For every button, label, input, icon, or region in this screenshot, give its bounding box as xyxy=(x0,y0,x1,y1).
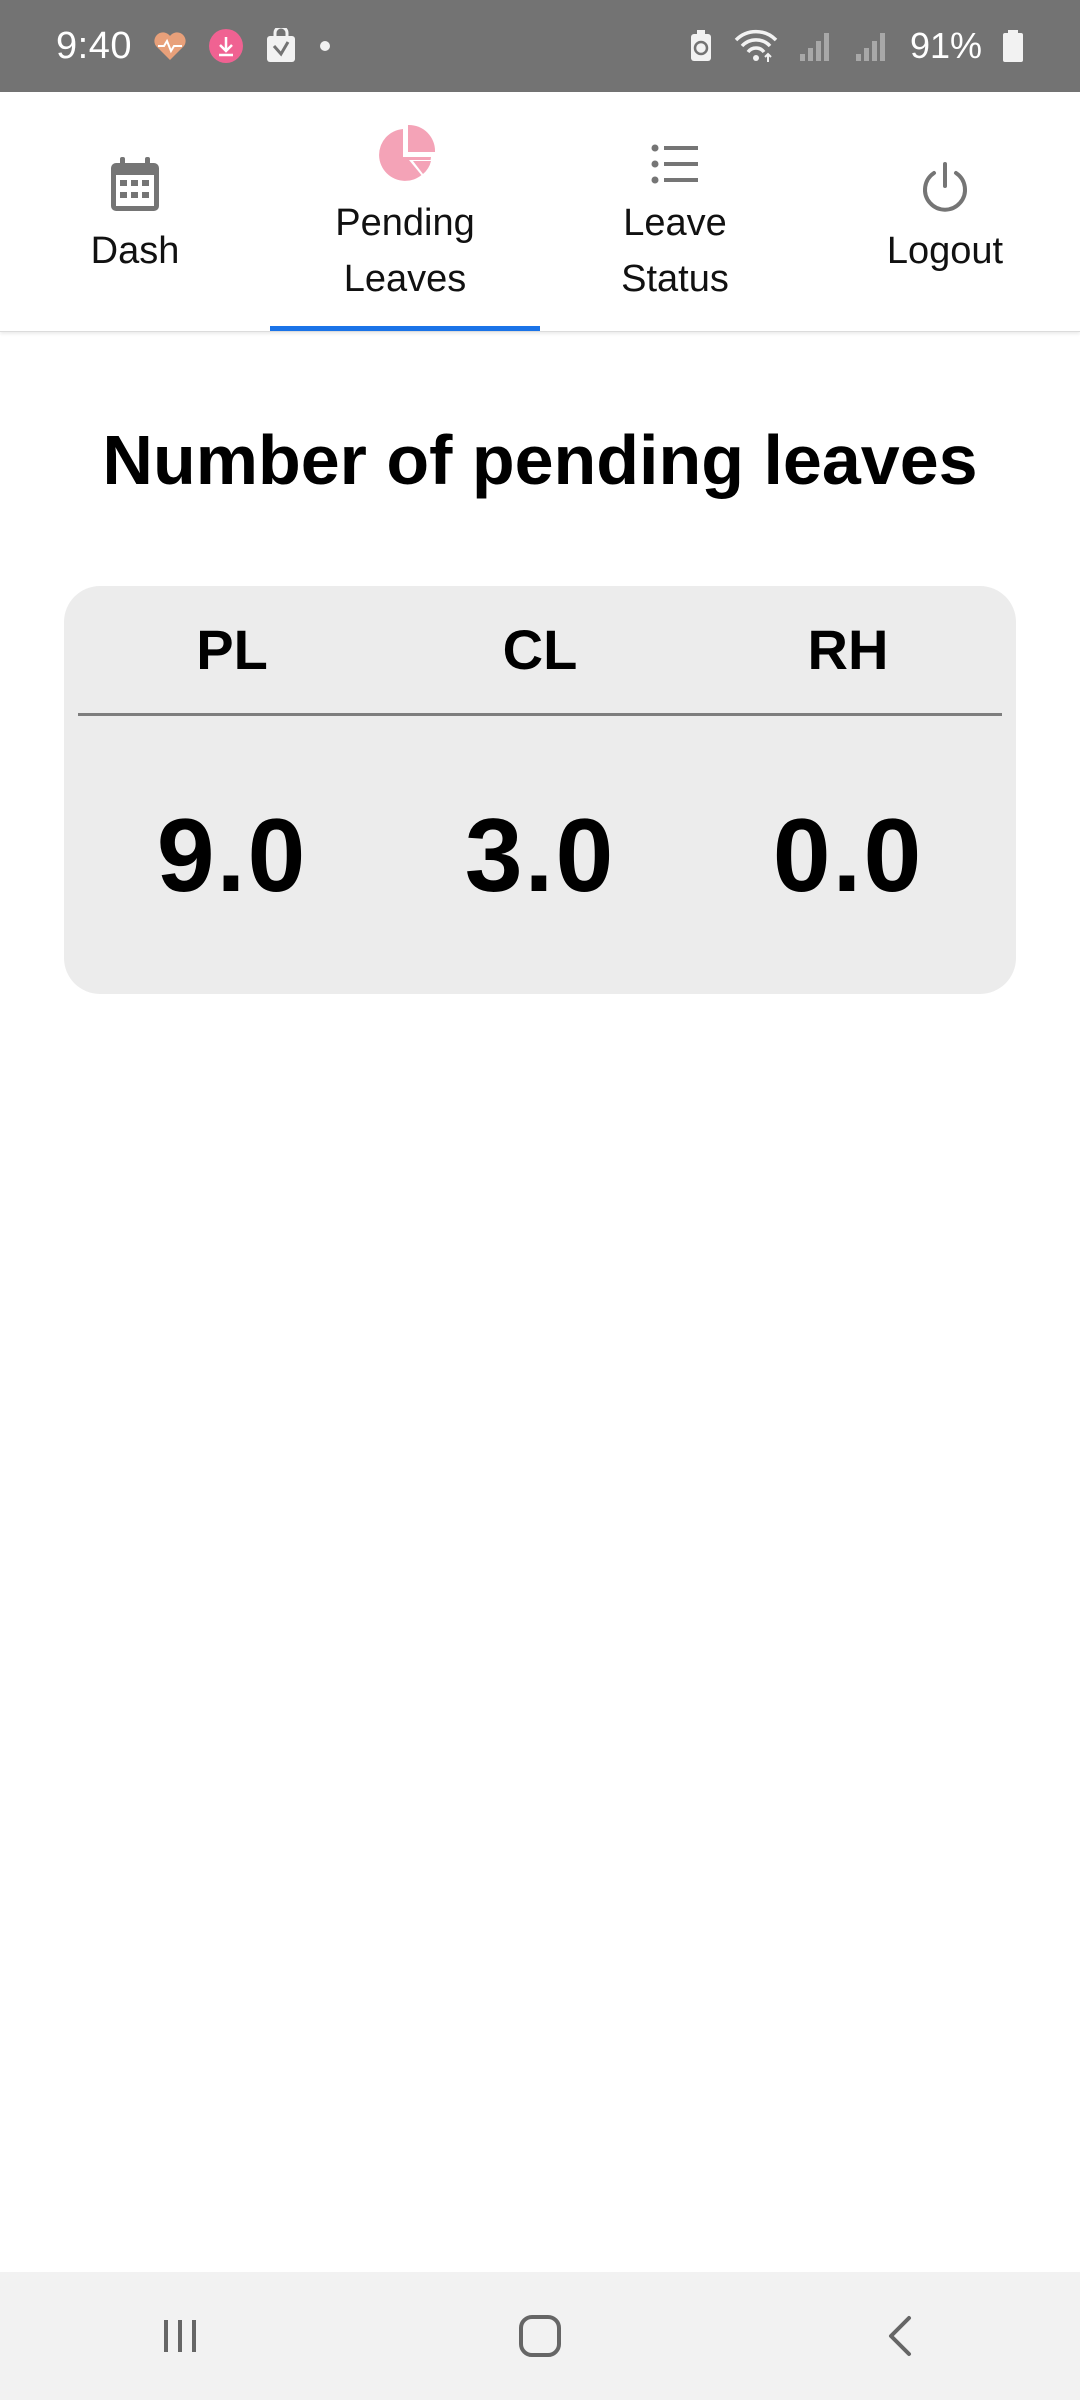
pending-leaves-card: PL CL RH 9.0 3.0 0.0 xyxy=(64,586,1016,994)
back-button[interactable] xyxy=(840,2286,960,2386)
home-icon xyxy=(519,2315,561,2357)
download-icon xyxy=(208,28,244,64)
power-icon xyxy=(919,145,971,215)
tab-leave-status-label-line2: Status xyxy=(621,257,729,300)
signal-icon xyxy=(798,30,834,62)
header-pl: PL xyxy=(196,618,268,681)
tab-leave-status[interactable]: Leave Status xyxy=(540,92,810,331)
heart-rate-icon xyxy=(152,30,188,62)
tab-pending-label-line1: Pending xyxy=(335,201,475,244)
status-right: 91% xyxy=(688,25,1024,67)
app-screen: 9:40 91% Dash Pending Leaves Leave Statu… xyxy=(0,0,1080,2400)
status-time: 9:40 xyxy=(56,24,132,67)
header-rh: RH xyxy=(807,618,889,681)
recent-apps-icon xyxy=(164,2320,196,2352)
battery-percentage: 91% xyxy=(909,25,982,66)
battery-icon xyxy=(1002,29,1024,63)
header-cl: CL xyxy=(502,618,578,681)
leave-table-header: PL CL RH xyxy=(78,586,1002,716)
page-title: Number of pending leaves xyxy=(102,421,978,499)
tab-pending-label-line2: Leaves xyxy=(343,257,467,300)
battery-saver-icon xyxy=(688,29,714,63)
tab-logout-label: Logout xyxy=(886,229,1004,272)
value-pl: 9.0 xyxy=(156,798,308,914)
value-cl: 3.0 xyxy=(464,798,616,914)
notification-dot-icon xyxy=(318,39,332,53)
wifi-icon xyxy=(734,28,778,64)
list-icon xyxy=(650,117,700,187)
shopping-bag-icon xyxy=(264,28,298,64)
signal-icon-2 xyxy=(854,30,890,62)
tab-logout[interactable]: Logout xyxy=(810,92,1080,331)
status-left: 9:40 xyxy=(56,25,332,68)
home-button[interactable] xyxy=(480,2286,600,2386)
leave-table-values: 9.0 3.0 0.0 xyxy=(78,719,1002,994)
tab-dash-label: Dash xyxy=(90,229,180,272)
tab-leave-status-label-line1: Leave xyxy=(623,201,727,244)
pie-chart-icon xyxy=(373,117,437,187)
tab-pending-leaves[interactable]: Pending Leaves xyxy=(270,92,540,331)
back-icon xyxy=(889,2316,911,2356)
value-rh: 0.0 xyxy=(772,798,924,914)
calendar-icon xyxy=(108,145,162,215)
recent-apps-button[interactable] xyxy=(120,2286,240,2386)
top-tab-bar: Dash Pending Leaves Leave Status Logout xyxy=(0,92,1080,332)
system-nav-bar xyxy=(0,2272,1080,2400)
status-bar: 9:40 91% xyxy=(0,0,1080,92)
tab-dash[interactable]: Dash xyxy=(0,92,270,331)
